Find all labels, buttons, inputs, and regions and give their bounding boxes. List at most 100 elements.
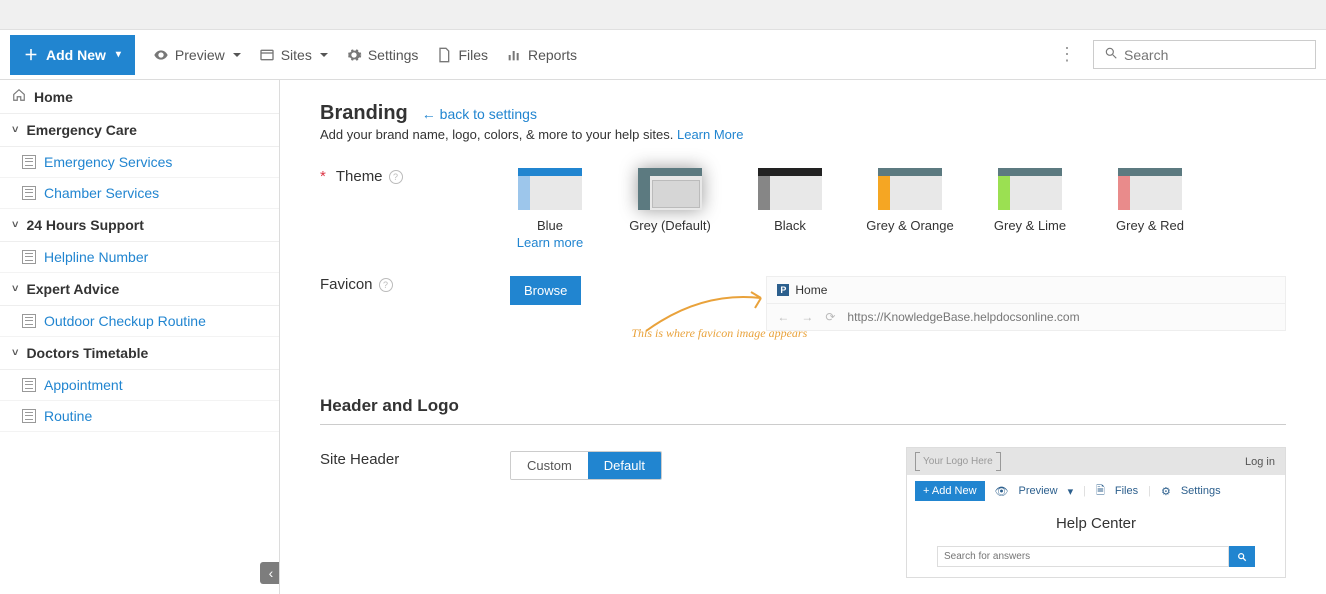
sidebar-home[interactable]: Home [0,80,279,114]
sidebar-item-chamber-services[interactable]: Chamber Services [0,178,279,209]
search-icon [1104,46,1118,63]
page-icon [22,186,36,200]
category-label: Expert Advice [26,281,119,297]
required-icon: * [320,168,326,185]
preview-search-input [937,546,1229,567]
category-label: Emergency Care [26,122,137,138]
preview-label: Preview [175,47,225,63]
collapse-sidebar-button[interactable]: ‹ [260,562,280,584]
home-label: Home [34,89,73,105]
sidebar-item-appointment[interactable]: Appointment [0,370,279,401]
preview-settings-label: Settings [1181,485,1221,497]
chevron-left-icon: ‹ [269,565,274,581]
gear-icon [346,47,362,63]
sidebar-item-routine[interactable]: Routine [0,401,279,432]
main-toolbar: ＋ Add New ▾ Preview Sites Settings Files… [0,30,1326,80]
seg-default[interactable]: Default [588,452,661,479]
preview-files-label: Files [1115,485,1138,497]
window-top-bar [0,0,1326,30]
category-label: Doctors Timetable [26,345,148,361]
preview-title: Help Center [907,507,1285,546]
sidebar-category-emergency-care[interactable]: ˅ Emergency Care [0,114,279,147]
item-label: Routine [44,408,92,424]
add-new-button[interactable]: ＋ Add New ▾ [10,35,135,75]
sidebar-category-expert-advice[interactable]: ˅ Expert Advice [0,273,279,306]
favicon-icon: P [777,284,789,296]
nav-fwd-icon: → [801,310,813,324]
search-input[interactable] [1124,47,1305,63]
learn-more-link[interactable]: Learn More [677,127,743,142]
page-icon [22,409,36,423]
sites-menu[interactable]: Sites [259,47,328,63]
theme-list: Blue Learn more Grey (Default) Black Gre… [510,168,1190,250]
search-box[interactable] [1093,40,1316,69]
seg-custom[interactable]: Custom [511,452,588,479]
helpcenter-preview: Your Logo Here Log in + Add New 👁 Previe… [906,447,1286,578]
theme-grey-lime[interactable]: Grey & Lime [990,168,1070,250]
preview-eye-icon: 👁 [995,485,1009,498]
settings-label: Settings [368,47,419,63]
theme-grey-orange[interactable]: Grey & Orange [870,168,950,250]
preview-login: Log in [1245,456,1275,468]
kebab-menu[interactable]: ⋮ [1058,44,1075,65]
item-label: Helpline Number [44,249,148,265]
reports-menu[interactable]: Reports [506,47,577,63]
preview-search-button [1229,546,1255,567]
category-label: 24 Hours Support [26,217,143,233]
sidebar-item-emergency-services[interactable]: Emergency Services [0,147,279,178]
header-logo-section-title: Header and Logo [320,396,1286,425]
favicon-label: Favicon ? [320,276,470,293]
content-area: Branding ← back to settings Add your bra… [280,80,1326,594]
tab-label: Home [795,283,827,297]
preview-logo-placeholder: Your Logo Here [917,454,999,469]
sidebar: Home ˅ Emergency Care Emergency Services… [0,80,280,594]
eye-icon [153,47,169,63]
chevron-down-icon: ˅ [12,124,18,136]
chevron-down-icon: ˅ [12,347,18,359]
theme-learn-more-link[interactable]: Learn more [517,235,583,250]
theme-label: * Theme ? [320,168,470,185]
url-text: https://KnowledgeBase.helpdocsonline.com [847,310,1079,324]
preview-preview-label: Preview [1018,485,1057,497]
site-header-toggle: Custom Default [510,451,662,480]
item-label: Chamber Services [44,185,159,201]
preview-file-icon: 🗎 [1096,482,1105,501]
files-label: Files [458,47,488,63]
help-icon[interactable]: ? [389,170,403,184]
settings-menu[interactable]: Settings [346,47,419,63]
back-to-settings-link[interactable]: ← back to settings [422,106,537,122]
page-icon [22,250,36,264]
theme-grey-red[interactable]: Grey & Red [1110,168,1190,250]
item-label: Outdoor Checkup Routine [44,313,206,329]
reload-icon: ⟳ [825,310,835,324]
reports-label: Reports [528,47,577,63]
sidebar-item-helpline[interactable]: Helpline Number [0,242,279,273]
page-icon [22,378,36,392]
page-icon [22,155,36,169]
sidebar-category-24-hours[interactable]: ˅ 24 Hours Support [0,209,279,242]
theme-grey-default[interactable]: Grey (Default) [630,168,710,250]
sidebar-item-outdoor-checkup[interactable]: Outdoor Checkup Routine [0,306,279,337]
browse-button[interactable]: Browse [510,276,581,305]
add-new-label: Add New [46,47,106,63]
help-icon[interactable]: ? [379,278,393,292]
nav-back-icon: ← [777,310,789,324]
page-icon [22,314,36,328]
preview-menu[interactable]: Preview [153,47,241,63]
sites-label: Sites [281,47,312,63]
chevron-down-icon: ˅ [12,283,18,295]
files-menu[interactable]: Files [436,47,488,63]
window-icon [259,47,275,63]
page-title: Branding [320,102,408,125]
theme-black[interactable]: Black [750,168,830,250]
favicon-demo: This is where favicon image appears P Ho… [621,276,1286,356]
sidebar-category-doctors-timetable[interactable]: ˅ Doctors Timetable [0,337,279,370]
file-icon [436,47,452,63]
preview-gear-icon: ⚙ [1161,485,1171,498]
theme-blue[interactable]: Blue Learn more [510,168,590,250]
browser-mock: P Home ← → ⟳ https://KnowledgeBase.helpd… [766,276,1286,331]
bar-chart-icon [506,47,522,63]
page-subtext: Add your brand name, logo, colors, & mor… [320,127,1286,142]
plus-icon: ＋ [24,45,38,65]
caret-down-icon: ▾ [116,49,121,60]
